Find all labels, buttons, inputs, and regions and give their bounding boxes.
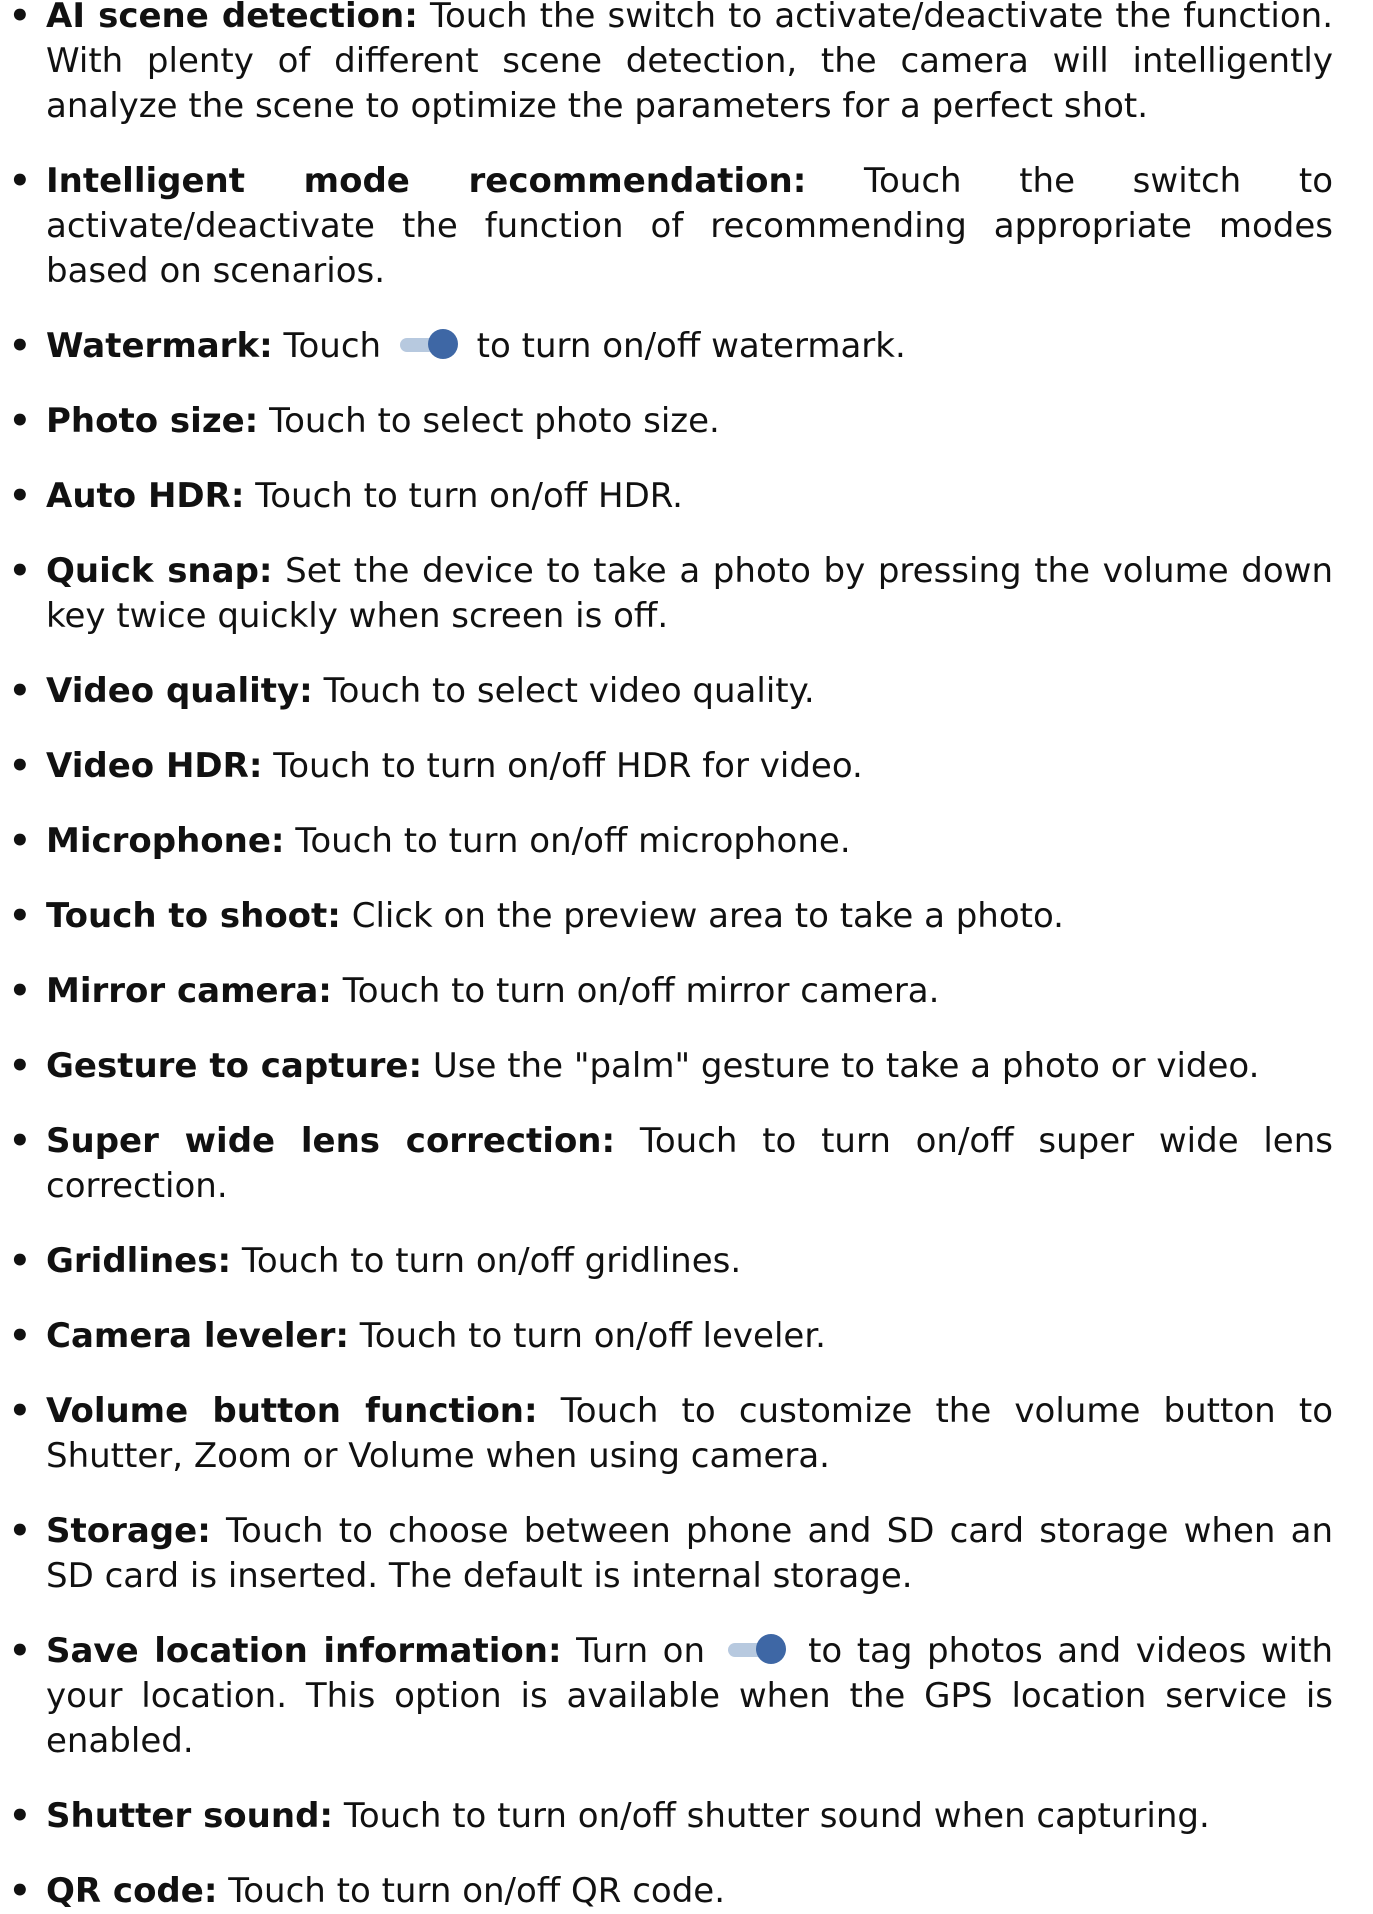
item-text: Touch to select photo size. [258, 401, 720, 441]
item-term: Gridlines: [46, 1241, 232, 1281]
item-term: Video HDR: [46, 746, 263, 786]
list-item-microphone: • Microphone: Touch to turn on/off microp… [9, 819, 1333, 864]
bullet: • [9, 1121, 31, 1161]
item-term: Storage: [46, 1511, 211, 1551]
list-item-video-quality: • Video quality: Touch to select video qu… [9, 669, 1333, 714]
bullet: • [9, 161, 31, 201]
bullet: • [9, 1391, 31, 1431]
item-term: Quick snap: [46, 551, 273, 591]
item-text: Click on the preview area to take a phot… [340, 896, 1064, 936]
item-term: Watermark: [46, 326, 273, 366]
item-term: Touch to shoot: [46, 896, 341, 936]
list-item-video-hdr: • Video HDR: Touch to turn on/off HDR for… [9, 744, 1333, 789]
item-text: Touch to select video quality. [312, 671, 815, 711]
bullet: • [9, 1241, 31, 1281]
item-term: Volume button function: [46, 1391, 538, 1431]
item-term: Super wide lens correction: [46, 1121, 616, 1161]
toggle-on-icon [726, 1632, 788, 1666]
item-term: Photo size: [46, 401, 259, 441]
list-item-photo-size: • Photo size: Touch to select photo size. [9, 399, 1333, 444]
bullet: • [9, 971, 31, 1011]
bullet: • [9, 1796, 31, 1836]
list-item-shutter-sound: • Shutter sound: Touch to turn on/off shu… [9, 1794, 1333, 1839]
item-text: to turn on/off watermark. [465, 326, 906, 366]
item-term: Camera leveler: [46, 1316, 349, 1356]
item-term: Video quality: [46, 671, 313, 711]
list-item-camera-leveler: • Camera leveler: Touch to turn on/off le… [9, 1314, 1333, 1359]
item-text: Turn on [561, 1631, 720, 1671]
item-text: Touch to turn on/off microphone. [284, 821, 851, 861]
camera-settings-list: • AI scene detection: Touch the switch to… [9, 0, 1333, 1914]
bullet: • [9, 1871, 31, 1911]
bullet: • [9, 1316, 31, 1356]
item-term: Mirror camera: [46, 971, 332, 1011]
document-page: • AI scene detection: Touch the switch to… [0, 0, 1373, 1911]
list-item-save-location-information: • Save location information: Turn on to t… [9, 1629, 1333, 1764]
bullet: • [9, 0, 31, 36]
bullet: • [9, 671, 31, 711]
item-term: Auto HDR: [46, 476, 245, 516]
list-item-gridlines: • Gridlines: Touch to turn on/off gridlin… [9, 1239, 1333, 1284]
list-item-auto-hdr: • Auto HDR: Touch to turn on/off HDR. [9, 474, 1333, 519]
item-text: Touch [272, 326, 392, 366]
bullet: • [9, 401, 31, 441]
list-item-qr-code: • QR code: Touch to turn on/off QR code. [9, 1869, 1333, 1914]
list-item-ai-scene-detection: • AI scene detection: Touch the switch to… [9, 0, 1333, 129]
toggle-on-icon [398, 327, 460, 361]
item-term: QR code: [46, 1871, 218, 1911]
item-term: Gesture to capture: [46, 1046, 423, 1086]
list-item-super-wide-lens-correction: • Super wide lens correction: Touch to tu… [9, 1119, 1333, 1209]
bullet: • [9, 896, 31, 936]
toggle-knob [755, 1634, 786, 1664]
bullet: • [9, 746, 31, 786]
item-text: Touch to turn on/off mirror camera. [331, 971, 940, 1011]
item-text: Touch to turn on/off shutter sound when … [333, 1796, 1210, 1836]
list-item-intelligent-mode-recommendation: • Intelligent mode recommendation: Touch … [9, 159, 1333, 294]
bullet: • [9, 551, 31, 591]
bullet: • [9, 1511, 31, 1551]
item-text: Touch to choose between phone and SD car… [46, 1511, 1333, 1596]
item-text: Touch to turn on/off gridlines. [231, 1241, 742, 1281]
list-item-mirror-camera: • Mirror camera: Touch to turn on/off mir… [9, 969, 1333, 1014]
bullet: • [9, 1631, 31, 1671]
item-term: Intelligent mode recommendation: [46, 161, 807, 201]
item-term: Save location information: [46, 1631, 562, 1671]
item-text: Touch to turn on/off HDR for video. [262, 746, 863, 786]
bullet: • [9, 1046, 31, 1086]
list-item-touch-to-shoot: • Touch to shoot: Click on the preview ar… [9, 894, 1333, 939]
item-text: Touch to turn on/off leveler. [348, 1316, 826, 1356]
list-item-storage: • Storage: Touch to choose between phone … [9, 1509, 1333, 1599]
item-text: Touch to turn on/off QR code. [217, 1871, 726, 1911]
bullet: • [9, 476, 31, 516]
bullet: • [9, 821, 31, 861]
item-term: Shutter sound: [46, 1796, 334, 1836]
item-text: Touch to turn on/off HDR. [244, 476, 683, 516]
item-term: AI scene detection: [46, 0, 418, 36]
item-term: Microphone: [46, 821, 285, 861]
list-item-watermark: • Watermark: Touch to turn on/off waterma… [9, 324, 1333, 369]
item-text: Use the "palm" gesture to take a photo o… [422, 1046, 1260, 1086]
bullet: • [9, 326, 31, 366]
list-item-volume-button-function: • Volume button function: Touch to custom… [9, 1389, 1333, 1479]
list-item-gesture-to-capture: • Gesture to capture: Use the "palm" gest… [9, 1044, 1333, 1089]
toggle-knob [427, 329, 458, 359]
list-item-quick-snap: • Quick snap: Set the device to take a ph… [9, 549, 1333, 639]
